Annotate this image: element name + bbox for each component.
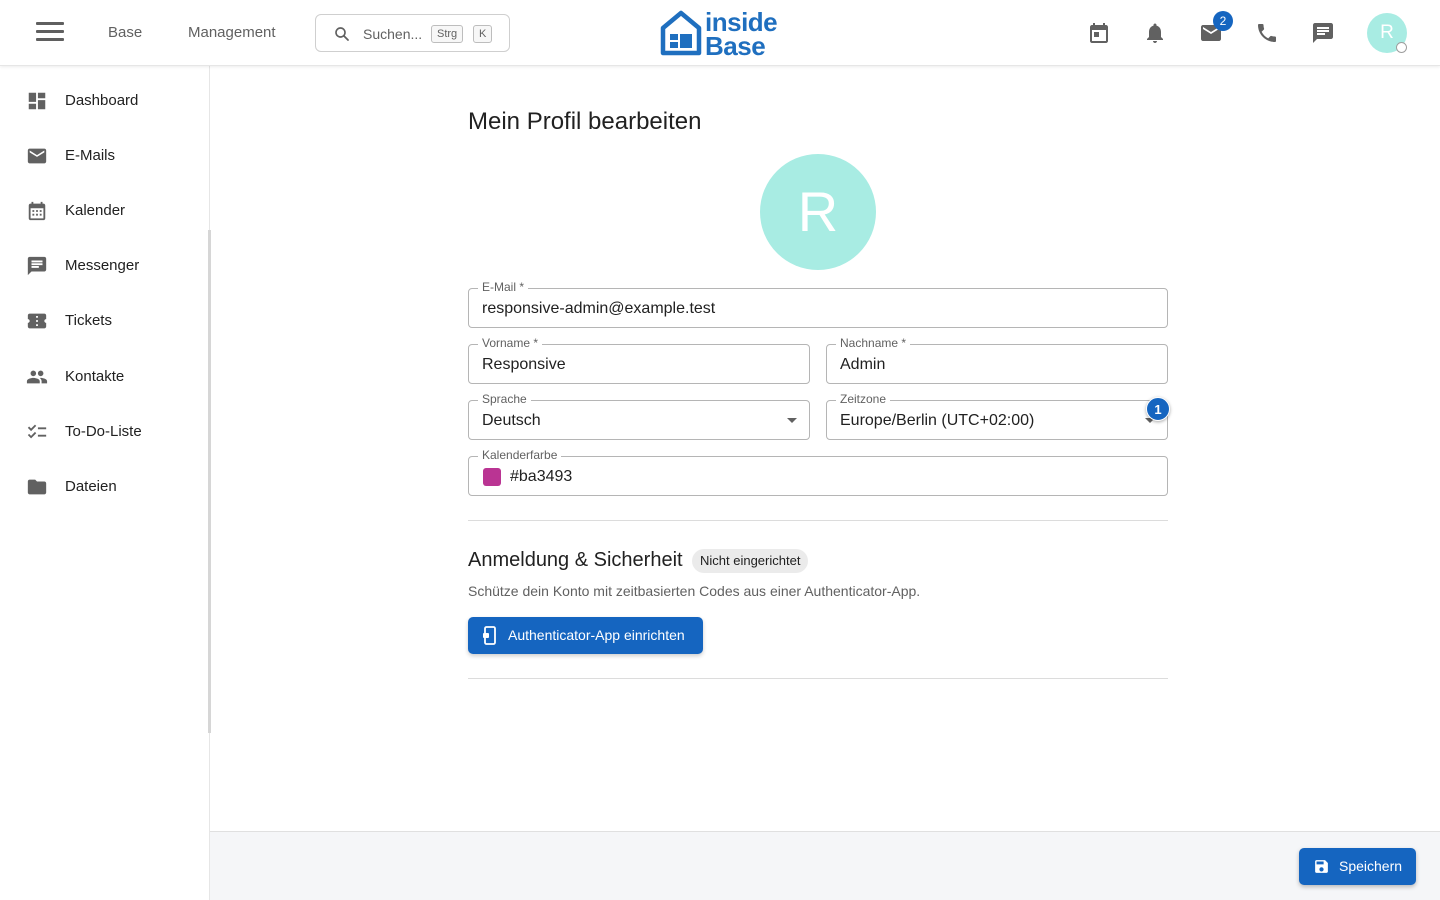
divider: [468, 520, 1168, 521]
firstname-field-value: Responsive: [482, 356, 566, 373]
people-icon: [26, 370, 48, 384]
lastname-field-value: Admin: [840, 356, 886, 373]
sidebar-item-label: Tickets: [65, 312, 112, 329]
email-field[interactable]: E-Mail * responsive-admin@example.test: [468, 280, 1168, 328]
email-field-label: E-Mail *: [478, 280, 529, 294]
save-button-label: Speichern: [1339, 858, 1403, 874]
bell-icon[interactable]: [1143, 21, 1167, 45]
sidebar-item-label: E-Mails: [65, 147, 116, 164]
calendar-color-field[interactable]: Kalenderfarbe #ba3493: [468, 448, 1168, 496]
security-section-title: Anmeldung & Sicherheit: [468, 549, 683, 571]
folder-icon: [27, 479, 47, 495]
sidebar-item-contacts[interactable]: Kontakte: [0, 353, 208, 401]
sidebar-item-dashboard[interactable]: Dashboard: [0, 77, 208, 125]
sidebar-item-emails[interactable]: E-Mails: [0, 132, 208, 180]
sidebar-item-label: Dashboard: [65, 92, 139, 109]
save-icon: [1315, 860, 1328, 873]
calendar-icon[interactable]: [1087, 21, 1111, 45]
logo-house-icon: [660, 10, 702, 56]
footer-bar: [210, 831, 1440, 900]
checklist-icon: [27, 424, 47, 439]
logo[interactable]: inside Base: [660, 7, 782, 61]
chevron-down-icon: [787, 418, 797, 423]
timezone-badge: 1: [1146, 397, 1170, 421]
menu-icon[interactable]: [36, 22, 64, 44]
logo-text-base: Base: [705, 31, 766, 61]
phone-icon[interactable]: [1255, 21, 1279, 45]
chat-icon[interactable]: [1311, 21, 1335, 45]
save-button[interactable]: Speichern: [1299, 848, 1416, 885]
lastname-field[interactable]: Nachname * Admin: [826, 336, 1168, 384]
lastname-field-label: Nachname *: [836, 336, 911, 350]
sidebar: Dashboard E-Mails Kalender Messenger Tic…: [0, 66, 210, 900]
language-select-label: Sprache: [478, 392, 531, 406]
shortcut-key-k: K: [473, 25, 493, 43]
sidebar-item-messenger[interactable]: Messenger: [0, 242, 208, 290]
ticket-icon: [27, 313, 47, 329]
sidebar-item-label: Kalender: [65, 202, 126, 219]
shortcut-key-strg: Strg: [431, 25, 464, 43]
phone-lock-icon: [483, 626, 496, 645]
language-select-value: Deutsch: [482, 412, 541, 429]
status-indicator: [1396, 42, 1407, 53]
calendar-color-label: Kalenderfarbe: [478, 448, 562, 462]
page-title: Mein Profil bearbeiten: [468, 108, 702, 135]
language-select[interactable]: Sprache Deutsch: [468, 392, 810, 440]
email-field-value: responsive-admin@example.test: [482, 300, 716, 317]
search-input[interactable]: Suchen... Strg K: [315, 14, 510, 52]
timezone-select-label: Zeitzone: [836, 392, 891, 406]
search-placeholder: Suchen...: [363, 26, 423, 42]
sidebar-item-calendar[interactable]: Kalender: [0, 187, 208, 235]
firstname-field[interactable]: Vorname * Responsive: [468, 336, 810, 384]
timezone-select-value: Europe/Berlin (UTC+02:00): [840, 412, 1035, 429]
setup-authenticator-label: Authenticator-App einrichten: [508, 627, 685, 643]
calendar-icon: [28, 201, 46, 221]
mail-icon: [27, 148, 47, 164]
color-swatch[interactable]: [483, 468, 501, 486]
sidebar-item-label: Messenger: [65, 257, 140, 274]
sidebar-item-files[interactable]: Dateien: [0, 463, 208, 511]
sidebar-item-label: To-Do-Liste: [65, 423, 142, 440]
nav-link-base[interactable]: Base: [108, 24, 142, 41]
sidebar-item-label: Kontakte: [65, 368, 125, 385]
nav-link-management[interactable]: Management: [188, 24, 276, 41]
sidebar-scrollbar[interactable]: [208, 230, 211, 733]
timezone-select[interactable]: Zeitzone Europe/Berlin (UTC+02:00): [826, 392, 1168, 440]
top-bar: Base Management Suchen... Strg K inside …: [0, 0, 1440, 66]
firstname-field-label: Vorname *: [478, 336, 543, 350]
sidebar-item-tickets[interactable]: Tickets: [0, 297, 208, 345]
status-badge: Nicht eingerichtet: [692, 549, 809, 573]
divider: [468, 678, 1168, 679]
security-description: Schütze dein Konto mit zeitbasierten Cod…: [468, 583, 921, 599]
sidebar-item-label: Dateien: [65, 478, 117, 495]
calendar-color-value: #ba3493: [510, 468, 573, 485]
sidebar-item-todo[interactable]: To-Do-Liste: [0, 408, 208, 456]
search-icon: [335, 27, 349, 41]
dashboard-icon: [28, 92, 46, 110]
profile-avatar[interactable]: R: [760, 154, 876, 270]
chat-icon: [27, 256, 47, 276]
setup-authenticator-button[interactable]: Authenticator-App einrichten: [468, 617, 703, 654]
mail-count-badge: 2: [1213, 11, 1233, 31]
